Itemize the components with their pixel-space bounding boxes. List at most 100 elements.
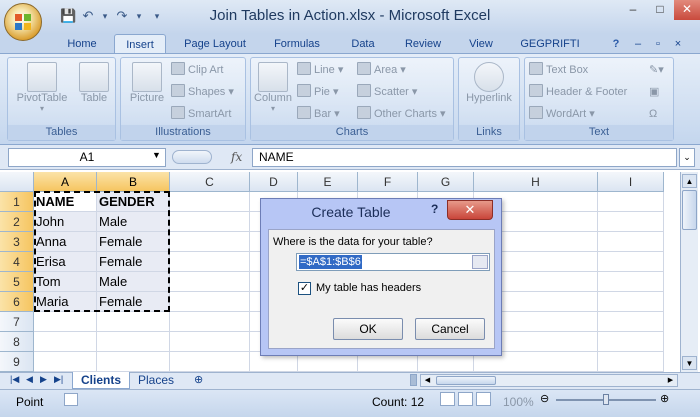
tab-review[interactable]: Review: [396, 34, 450, 54]
macro-record-icon[interactable]: [64, 393, 78, 406]
insert-function-icon[interactable]: fx: [231, 150, 242, 164]
cell-c2[interactable]: [170, 212, 250, 232]
page-break-view-icon[interactable]: [476, 392, 491, 406]
row-header-7[interactable]: 7: [0, 312, 34, 332]
tab-split-handle[interactable]: [410, 374, 417, 386]
cell-b8[interactable]: [97, 332, 170, 352]
cell-i8[interactable]: [598, 332, 664, 352]
symbol-icon[interactable]: Ω: [649, 105, 657, 123]
column-chart-button[interactable]: Column ▾: [251, 62, 295, 113]
cell-c1[interactable]: [170, 192, 250, 212]
tab-gegprifti[interactable]: GEGPRIFTI: [512, 34, 588, 54]
cell-i6[interactable]: [598, 292, 664, 312]
cell-i7[interactable]: [598, 312, 664, 332]
zoom-level[interactable]: 100%: [503, 395, 534, 409]
signature-line-icon[interactable]: ✎▾: [649, 61, 664, 79]
ok-button[interactable]: OK: [333, 318, 403, 340]
row-header-4[interactable]: 4: [0, 252, 34, 272]
tab-home[interactable]: Home: [60, 34, 104, 54]
dialog-help-icon[interactable]: ?: [431, 202, 438, 216]
name-box-dropdown-icon[interactable]: ▼: [152, 150, 161, 160]
scroll-down-icon[interactable]: ▼: [682, 356, 697, 370]
insert-sheet-icon[interactable]: ⊕: [186, 372, 211, 389]
normal-view-icon[interactable]: [440, 392, 455, 406]
column-header-b[interactable]: B: [97, 172, 170, 192]
cell-b7[interactable]: [97, 312, 170, 332]
column-header-h[interactable]: H: [474, 172, 598, 192]
scatter-chart-button[interactable]: Scatter ▾: [357, 83, 417, 101]
cell-c4[interactable]: [170, 252, 250, 272]
row-header-1[interactable]: 1: [0, 192, 34, 212]
tab-page-layout[interactable]: Page Layout: [176, 34, 254, 54]
cell-a9[interactable]: [34, 352, 97, 372]
last-sheet-icon[interactable]: ▶|: [54, 374, 63, 385]
minimize-button[interactable]: –: [620, 0, 646, 20]
next-sheet-icon[interactable]: ▶: [40, 374, 47, 385]
help-icon[interactable]: ?: [608, 34, 624, 54]
maximize-button[interactable]: □: [647, 0, 673, 20]
picture-button[interactable]: Picture: [125, 62, 169, 104]
column-header-f[interactable]: F: [358, 172, 418, 192]
horizontal-scroll-thumb[interactable]: [436, 376, 496, 385]
cell-c3[interactable]: [170, 232, 250, 252]
cell-c7[interactable]: [170, 312, 250, 332]
scroll-right-icon[interactable]: ▶: [664, 375, 677, 386]
cell-i2[interactable]: [598, 212, 664, 232]
bar-chart-button[interactable]: Bar ▾: [297, 105, 340, 123]
zoom-out-icon[interactable]: ⊖: [540, 392, 549, 405]
cell-c9[interactable]: [170, 352, 250, 372]
cell-b9[interactable]: [97, 352, 170, 372]
table-button[interactable]: Table: [74, 62, 114, 104]
headers-checkbox[interactable]: ✓: [298, 282, 311, 295]
cell-i3[interactable]: [598, 232, 664, 252]
cell-c5[interactable]: [170, 272, 250, 292]
ribbon-close-icon[interactable]: ×: [670, 34, 686, 54]
pie-chart-button[interactable]: Pie ▾: [297, 83, 338, 101]
smartart-button[interactable]: SmartArt: [171, 105, 231, 123]
tab-view[interactable]: View: [460, 34, 502, 54]
object-icon[interactable]: ▣: [649, 83, 659, 101]
collapse-dialog-icon[interactable]: [472, 255, 488, 269]
close-button[interactable]: ✕: [674, 0, 700, 20]
row-header-6[interactable]: 6: [0, 292, 34, 312]
cell-i9[interactable]: [598, 352, 664, 372]
page-layout-view-icon[interactable]: [458, 392, 473, 406]
shapes-button[interactable]: Shapes ▾: [171, 83, 234, 101]
expand-formula-bar-icon[interactable]: ⌄: [679, 148, 695, 167]
scroll-left-icon[interactable]: ◀: [421, 375, 434, 386]
ribbon-restore-icon[interactable]: ▫: [650, 34, 666, 54]
tab-formulas[interactable]: Formulas: [264, 34, 330, 54]
zoom-slider-thumb[interactable]: [603, 394, 609, 405]
scroll-up-icon[interactable]: ▲: [682, 174, 697, 188]
cell-a8[interactable]: [34, 332, 97, 352]
column-header-a[interactable]: A: [34, 172, 97, 192]
hyperlink-button[interactable]: Hyperlink: [461, 62, 517, 104]
formula-input[interactable]: NAME: [252, 148, 677, 167]
ribbon-minimize-icon[interactable]: –: [630, 34, 646, 54]
range-input[interactable]: =$A$1:$B$6: [296, 253, 490, 271]
vertical-scrollbar[interactable]: ▲ ▼: [680, 172, 698, 372]
prev-sheet-icon[interactable]: ◀: [26, 374, 33, 385]
area-chart-button[interactable]: Area ▾: [357, 61, 406, 79]
office-button[interactable]: [4, 3, 42, 41]
other-charts-button[interactable]: Other Charts ▾: [357, 105, 446, 123]
text-box-button[interactable]: Text Box: [529, 61, 588, 79]
name-box[interactable]: A1: [8, 148, 166, 167]
line-chart-button[interactable]: Line ▾: [297, 61, 343, 79]
horizontal-scrollbar[interactable]: ◀ ▶: [420, 374, 678, 387]
select-all-corner[interactable]: [0, 172, 34, 192]
column-header-i[interactable]: I: [598, 172, 664, 192]
vertical-scroll-thumb[interactable]: [682, 190, 697, 230]
header-footer-button[interactable]: Header & Footer: [529, 83, 627, 101]
dialog-close-icon[interactable]: ✕: [447, 200, 493, 220]
tab-data[interactable]: Data: [340, 34, 386, 54]
row-header-8[interactable]: 8: [0, 332, 34, 352]
row-header-3[interactable]: 3: [0, 232, 34, 252]
cell-a7[interactable]: [34, 312, 97, 332]
cell-i4[interactable]: [598, 252, 664, 272]
cancel-button[interactable]: Cancel: [415, 318, 485, 340]
cell-c8[interactable]: [170, 332, 250, 352]
column-header-e[interactable]: E: [298, 172, 358, 192]
row-header-9[interactable]: 9: [0, 352, 34, 372]
cell-i5[interactable]: [598, 272, 664, 292]
